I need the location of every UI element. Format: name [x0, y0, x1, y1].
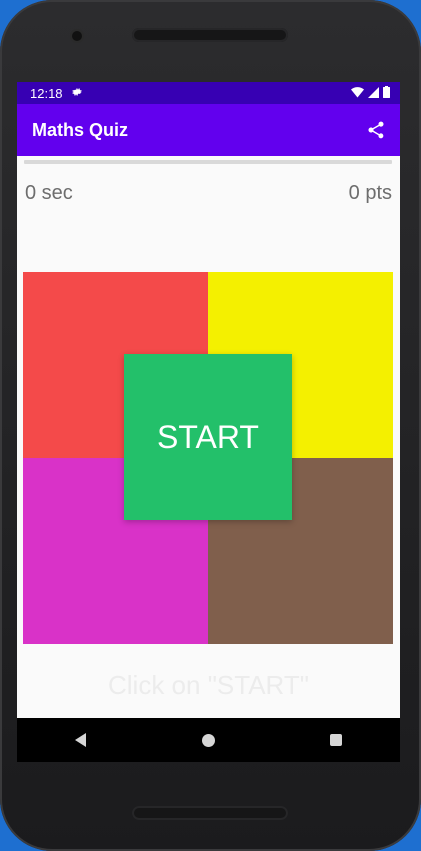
- navigation-bar: [17, 718, 400, 762]
- bottom-speaker: [132, 806, 288, 820]
- status-icons: [351, 85, 390, 101]
- status-bar: 12:18: [17, 82, 400, 104]
- screen: 12:18 Maths Quiz 0 sec 0 pts START Click…: [17, 82, 400, 762]
- score-text: 0 pts: [348, 182, 392, 204]
- app-title: Maths Quiz: [32, 119, 129, 140]
- timer-text: 0 sec: [25, 182, 73, 204]
- share-icon: [368, 121, 384, 139]
- app-bar: Maths Quiz: [17, 104, 400, 156]
- phone-frame: 12:18 Maths Quiz 0 sec 0 pts START Click…: [0, 0, 421, 851]
- signal-icon: [368, 86, 379, 101]
- start-button[interactable]: START: [124, 354, 292, 520]
- front-camera: [72, 31, 82, 41]
- back-icon: [75, 733, 87, 747]
- wifi-icon: [351, 86, 364, 101]
- hint-text: Click on "START": [108, 670, 309, 700]
- home-icon: [201, 733, 215, 747]
- top-speaker: [132, 28, 288, 42]
- share-button[interactable]: [364, 118, 388, 142]
- nav-recents-button[interactable]: [316, 718, 356, 762]
- settings-gear-icon: [71, 86, 83, 101]
- nav-home-button[interactable]: [188, 718, 228, 762]
- battery-icon: [383, 85, 390, 101]
- status-time: 12:18: [30, 85, 63, 101]
- quiz-progress-bar: [24, 160, 392, 164]
- nav-back-button[interactable]: [61, 718, 101, 762]
- recents-icon: [330, 734, 343, 746]
